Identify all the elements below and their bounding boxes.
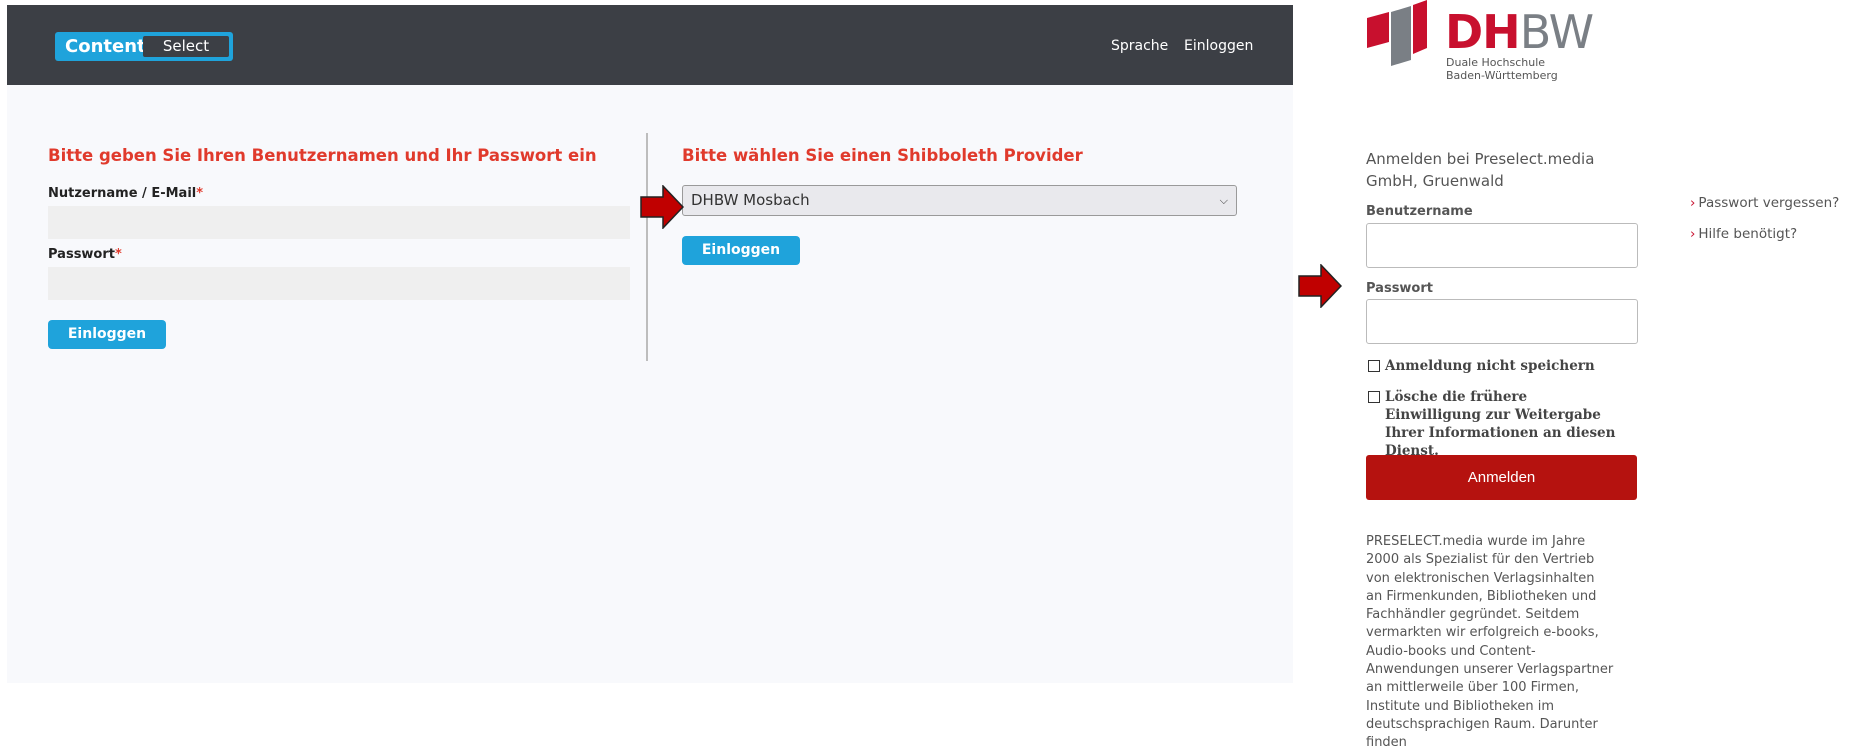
username-input[interactable] xyxy=(48,206,630,239)
dhbw-subtitle: Duale Hochschule Baden-Württemberg xyxy=(1446,56,1558,82)
logo-text-content: Content xyxy=(65,36,146,57)
anmelden-button[interactable]: Anmelden xyxy=(1366,455,1637,500)
logo-text-select: Select xyxy=(143,36,229,57)
column-divider xyxy=(646,133,648,361)
selected-provider: DHBW Mosbach xyxy=(691,191,810,209)
login-form-title: Bitte geben Sie Ihren Benutzernamen und … xyxy=(48,146,597,165)
dhbw-emblem-icon xyxy=(1367,0,1427,66)
password-label: Passwort* xyxy=(48,247,122,262)
revoke-consent-label: Lösche die frühere Einwilligung zur Weit… xyxy=(1385,389,1616,459)
dhbw-logo: DHBW Duale Hochschule Baden-Württemberg xyxy=(1365,0,1594,84)
chevron-down-icon: ⌵ xyxy=(1219,194,1228,207)
shibboleth-provider-select[interactable]: DHBW Mosbach ⌵ xyxy=(682,185,1237,216)
idp-username-label: Benutzername xyxy=(1366,204,1473,219)
password-input[interactable] xyxy=(48,267,630,300)
annotation-arrow-icon xyxy=(640,185,684,229)
username-label: Nutzername / E-Mail* xyxy=(48,186,204,201)
dont-save-login-checkbox[interactable] xyxy=(1368,360,1380,372)
required-mark: * xyxy=(115,247,122,262)
login-button[interactable]: Einloggen xyxy=(48,320,166,349)
idp-username-input[interactable] xyxy=(1366,223,1638,268)
revoke-consent-checkbox[interactable] xyxy=(1368,391,1380,403)
dont-save-login-label: Anmeldung nicht speichern xyxy=(1385,358,1595,374)
nav-login-link[interactable]: Einloggen xyxy=(1184,38,1253,54)
idp-intro-text: Anmelden bei Preselect.media GmbH, Gruen… xyxy=(1366,150,1595,190)
idp-description: PRESELECT.media wurde im Jahre 2000 als … xyxy=(1366,534,1614,751)
help-needed-link[interactable]: › Hilfe benötigt? xyxy=(1690,226,1797,242)
contentselect-logo[interactable]: Content Select xyxy=(55,32,233,61)
annotation-arrow-icon xyxy=(1298,264,1342,308)
idp-password-input[interactable] xyxy=(1366,299,1638,344)
shibboleth-title: Bitte wählen Sie einen Shibboleth Provid… xyxy=(682,146,1083,165)
idp-password-label: Passwort xyxy=(1366,281,1433,296)
required-mark: * xyxy=(196,186,204,201)
dhbw-wordmark: DHBW xyxy=(1445,5,1594,59)
contentselect-panel: Content Select Sprache Einloggen xyxy=(7,5,1293,683)
top-navbar: Content Select Sprache Einloggen xyxy=(7,5,1293,85)
shibboleth-login-button[interactable]: Einloggen xyxy=(682,236,800,265)
chevron-right-icon: › xyxy=(1690,226,1696,242)
nav-language-link[interactable]: Sprache xyxy=(1111,38,1168,54)
forgot-password-link[interactable]: › Passwort vergessen? xyxy=(1690,195,1839,211)
chevron-right-icon: › xyxy=(1690,195,1696,211)
